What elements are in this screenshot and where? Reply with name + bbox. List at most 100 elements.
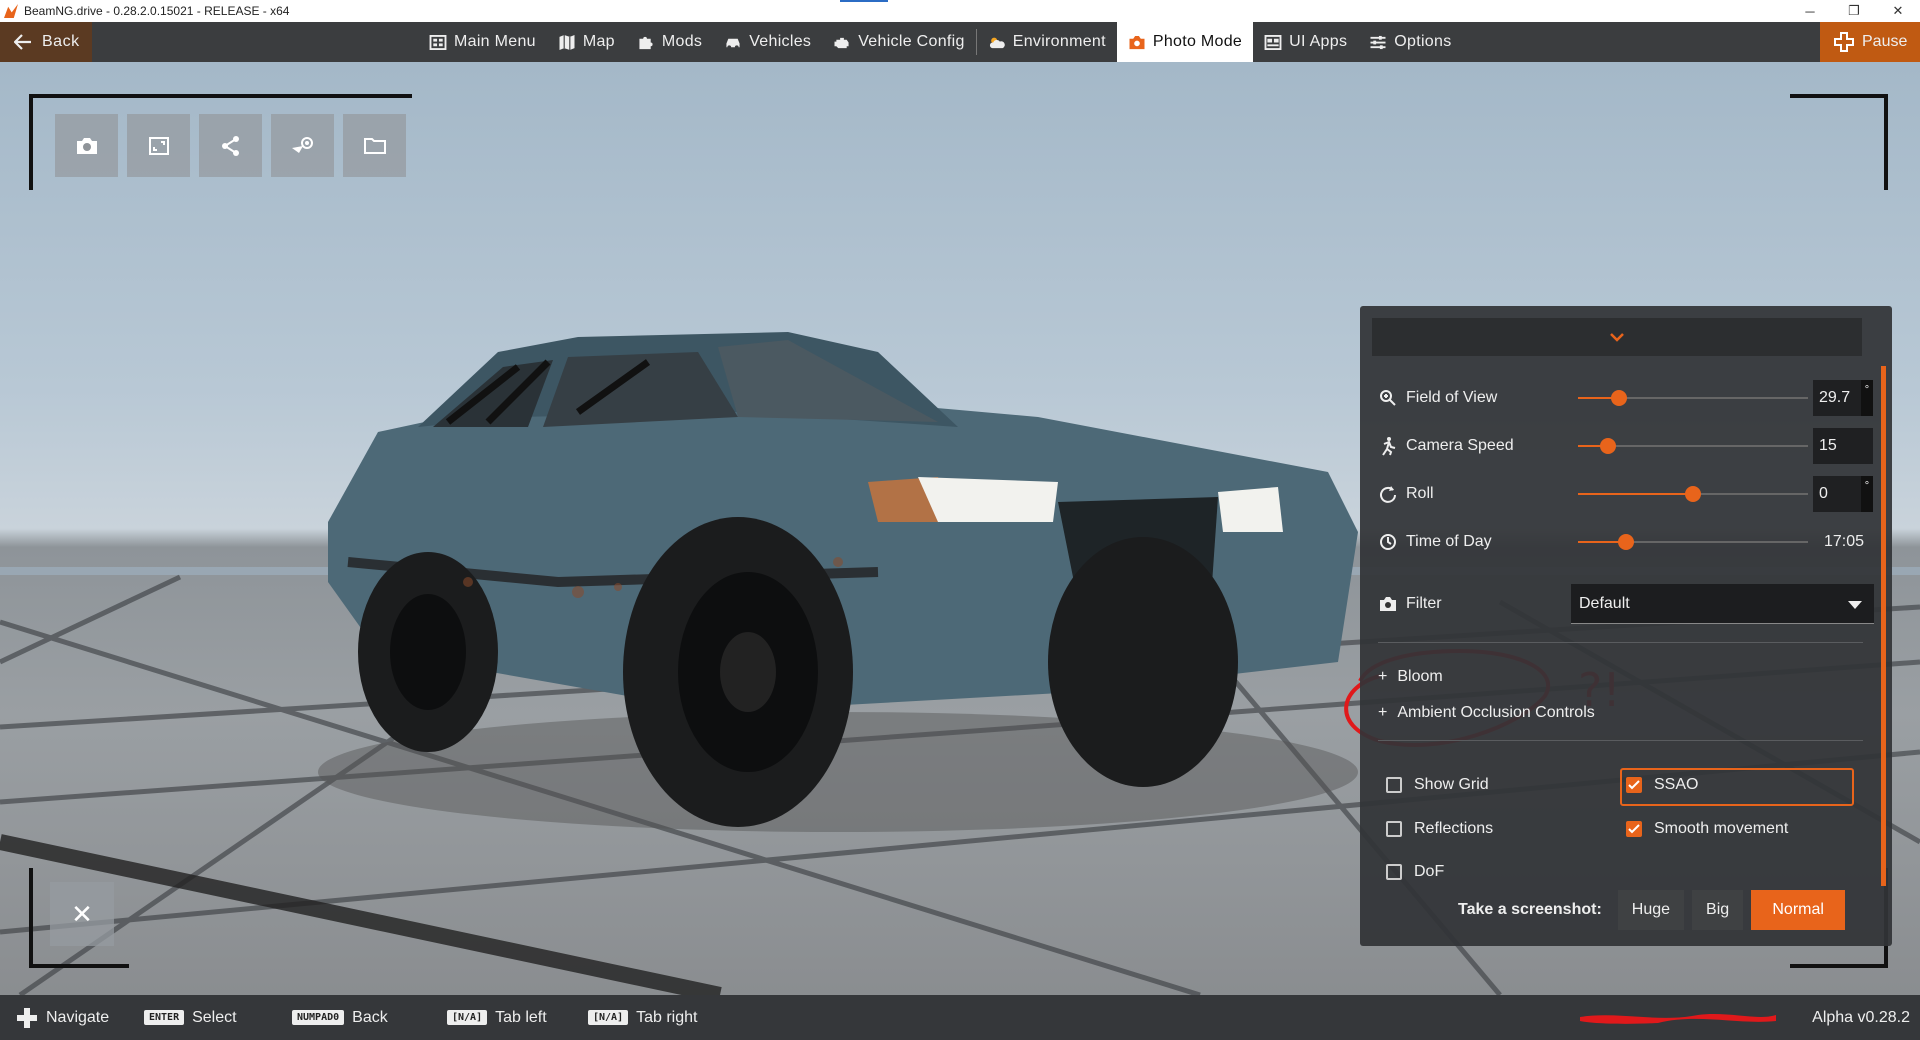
map-icon	[559, 34, 575, 50]
dof-label: DoF	[1414, 863, 1445, 880]
hint-select: ENTER Select	[144, 995, 237, 1040]
photo-mode-panel: Field of View 29.7 ° Camera Speed 15 Roll…	[1360, 306, 1892, 946]
restore-button[interactable]: ❐	[1832, 0, 1876, 22]
key-na: [N/A]	[447, 1010, 488, 1025]
menu-item-mods[interactable]: Mods	[626, 22, 713, 62]
panel-divider	[1378, 740, 1863, 741]
folder-icon	[363, 137, 386, 154]
close-photo-mode-button[interactable]: ✕	[50, 882, 114, 946]
bloom-label: Bloom	[1397, 668, 1443, 685]
menu-item-ui-apps[interactable]: UI Apps	[1253, 22, 1358, 62]
fov-row: Field of View 29.7 °	[1378, 378, 1873, 418]
reflections-checkbox[interactable]: Reflections	[1386, 820, 1493, 838]
window-title: BeamNG.drive - 0.28.2.0.15021 - RELEASE …	[24, 4, 290, 18]
menu-label-map: Map	[582, 33, 615, 50]
hint-navigate-label: Navigate	[46, 1008, 110, 1026]
screenshot-normal-button[interactable]: Normal	[1751, 890, 1846, 930]
camera-speed-value-input[interactable]: 15	[1813, 428, 1873, 464]
fov-value-input[interactable]: 29.7 °	[1813, 380, 1873, 416]
filter-row: Filter Default	[1378, 582, 1874, 626]
menu-item-vehicle-config[interactable]: Vehicle Config	[822, 22, 976, 62]
screenshot-big-button[interactable]: Big	[1692, 890, 1744, 930]
checkbox-box	[1386, 821, 1402, 837]
camera-speed-label: Camera Speed	[1406, 437, 1514, 454]
back-button[interactable]: Back	[0, 22, 92, 62]
hint-select-label: Select	[192, 1008, 237, 1026]
menu-item-map[interactable]: Map	[547, 22, 626, 62]
pause-button[interactable]: Pause	[1820, 22, 1920, 62]
top-menu-bar: Back Main Menu Map Mods Vehicles Vehicle…	[0, 22, 1920, 62]
pause-label: Pause	[1862, 33, 1908, 50]
roll-value-input[interactable]: 0 °	[1813, 476, 1873, 512]
share-button[interactable]	[199, 114, 262, 177]
caret-down-icon	[1848, 601, 1862, 609]
filter-label: Filter	[1406, 595, 1442, 612]
open-folder-button[interactable]	[343, 114, 406, 177]
ui-apps-icon	[1264, 34, 1282, 50]
menu-label-photo-mode: Photo Mode	[1152, 33, 1243, 50]
menu-item-environment[interactable]: Environment	[977, 22, 1117, 62]
ssao-checkbox[interactable]: SSAO	[1626, 776, 1698, 794]
dof-checkbox[interactable]: DoF	[1386, 863, 1444, 881]
menu-label-options: Options	[1394, 33, 1452, 50]
fov-value: 29.7	[1819, 389, 1851, 406]
minimize-button[interactable]: ─	[1788, 0, 1832, 22]
menu-item-vehicles[interactable]: Vehicles	[713, 22, 822, 62]
take-photo-button[interactable]	[55, 114, 118, 177]
camera-icon	[1378, 594, 1398, 614]
roll-row: Roll 0 °	[1378, 474, 1873, 514]
camera-speed-slider-thumb[interactable]	[1599, 438, 1616, 454]
camera-speed-value: 15	[1819, 437, 1837, 454]
car-icon	[726, 38, 740, 49]
screenshot-controls: Take a screenshot: Huge Big Normal	[1458, 890, 1846, 930]
roll-slider-thumb[interactable]	[1685, 486, 1701, 502]
bloom-expander[interactable]: + Bloom	[1378, 668, 1443, 686]
steam-share-button[interactable]	[271, 114, 334, 177]
main-navigation: Main Menu Map Mods Vehicles Vehicle Conf…	[418, 22, 1463, 62]
time-of-day-slider[interactable]	[1578, 534, 1808, 550]
roll-slider[interactable]	[1578, 486, 1808, 502]
fov-unit: °	[1861, 380, 1873, 416]
filter-dropdown[interactable]: Default	[1571, 584, 1874, 624]
hint-back-label: Back	[352, 1008, 388, 1026]
fov-slider-thumb[interactable]	[1611, 390, 1628, 406]
roll-label: Roll	[1406, 485, 1434, 502]
menu-label-main-menu: Main Menu	[454, 33, 536, 50]
checkbox-checked	[1626, 821, 1642, 837]
camera-speed-slider[interactable]	[1578, 438, 1808, 454]
screenshot-huge-button[interactable]: Huge	[1617, 890, 1685, 930]
panel-collapse-bar[interactable]	[1372, 318, 1862, 356]
beamng-app-icon	[4, 4, 18, 18]
fov-slider[interactable]	[1578, 390, 1808, 406]
panel-scrollbar[interactable]	[1881, 366, 1886, 886]
key-numpad0: NUMPAD0	[292, 1010, 345, 1025]
photo-tools-toolbar	[55, 114, 406, 177]
version-label: Alpha v0.28.2	[1812, 1008, 1910, 1026]
time-of-day-slider-thumb[interactable]	[1618, 534, 1635, 550]
menu-item-main-menu[interactable]: Main Menu	[418, 22, 547, 62]
car-model	[318, 332, 1358, 832]
smooth-movement-checkbox[interactable]: Smooth movement	[1626, 820, 1788, 838]
menu-item-photo-mode[interactable]: Photo Mode	[1116, 22, 1254, 62]
show-grid-label: Show Grid	[1414, 776, 1489, 793]
close-window-button[interactable]: ✕	[1876, 0, 1920, 22]
ambient-occlusion-expander[interactable]: + Ambient Occlusion Controls	[1378, 704, 1595, 722]
weather-icon	[989, 37, 1005, 48]
camera-icon	[76, 137, 97, 154]
fullscreen-button[interactable]	[127, 114, 190, 177]
reflections-label: Reflections	[1414, 820, 1494, 837]
roll-value: 0	[1819, 485, 1828, 502]
share-icon	[221, 135, 239, 156]
hint-tab-left: [N/A] Tab left	[447, 995, 547, 1040]
back-label: Back	[42, 33, 80, 50]
hint-back: NUMPAD0 Back	[292, 995, 388, 1040]
close-icon: ✕	[71, 898, 93, 929]
running-person-icon	[1378, 436, 1398, 456]
checkbox-checked	[1626, 777, 1642, 793]
menu-label-mods: Mods	[661, 33, 703, 50]
time-of-day-label: Time of Day	[1406, 533, 1492, 550]
roll-unit: °	[1861, 476, 1873, 512]
show-grid-checkbox[interactable]: Show Grid	[1386, 776, 1489, 794]
menu-item-options[interactable]: Options	[1358, 22, 1462, 62]
key-na: [N/A]	[588, 1010, 629, 1025]
